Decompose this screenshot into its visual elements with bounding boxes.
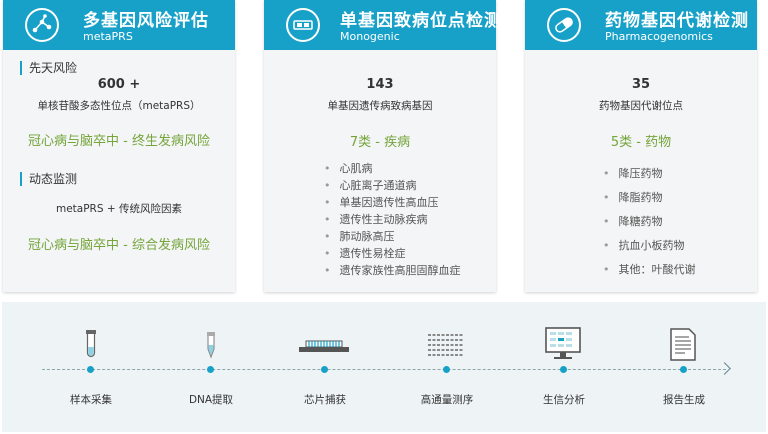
pill-capsule-icon xyxy=(547,8,581,42)
gene-count: 143 xyxy=(366,77,394,92)
composite-risk-highlight: 冠心病与脑卒中 - 综合发病风险 xyxy=(28,238,210,253)
timeline-dot xyxy=(443,366,450,373)
disease-category-highlight: 7类 - 疾病 xyxy=(349,135,411,150)
step-label-high-throughput-sequencing: 高通量测序 xyxy=(420,394,474,406)
card-subtitle: Monogenic xyxy=(340,30,400,43)
drug-site-count: 35 xyxy=(631,77,651,92)
network-nodes-icon xyxy=(25,8,59,42)
timeline-line xyxy=(42,369,726,370)
list-item: 单基因遗传性高血压 xyxy=(324,194,461,211)
polygenic-risk-card: 多基因风险评估 metaPRS 先天风险 600 + 单核苷酸多态性位点（met… xyxy=(3,0,235,292)
timeline-dot xyxy=(321,366,328,373)
step-label-dna-extraction: DNA提取 xyxy=(188,394,234,406)
card-title: 药物基因代谢检测 xyxy=(605,11,749,31)
monogenic-card: 单基因致病位点检测 Monogenic 143 单基因遗传病致病基因 7类 - … xyxy=(264,0,501,292)
list-item: 抗血小板药物 xyxy=(603,234,696,258)
list-item: 遗传家族性高胆固醇血症 xyxy=(324,262,461,279)
dna-tube-icon xyxy=(207,332,215,359)
list-item: 心脏离子通道病 xyxy=(324,177,461,194)
pharmacogenomics-card: 药物基因代谢检测 Pharmacogenomics 35 药物基因代谢位点 5类… xyxy=(525,0,757,292)
list-item: 心肌病 xyxy=(324,160,461,177)
timeline-dot xyxy=(87,366,94,373)
chip-icon xyxy=(299,340,349,352)
card-title: 单基因致病位点检测 xyxy=(340,11,502,31)
drug-site-description: 药物基因代谢位点 xyxy=(599,100,683,112)
list-item: 降压药物 xyxy=(603,162,696,186)
step-label-report-generation: 报告生成 xyxy=(663,394,705,406)
timeline-dot xyxy=(560,366,567,373)
timeline-arrow-icon xyxy=(718,362,731,375)
card-subtitle: Pharmacogenomics xyxy=(605,30,713,43)
drug-list: 降压药物 降脂药物 降糖药物 抗血小板药物 其他：叶酸代谢 xyxy=(603,162,696,282)
snp-description: 单核苷酸多态性位点（metaPRS） xyxy=(37,100,201,112)
gene-chip-icon xyxy=(286,8,320,42)
risk-factors-description: metaPRS + 传统风险因素 xyxy=(55,203,182,215)
card-header: 药物基因代谢检测 Pharmacogenomics xyxy=(525,0,757,50)
list-item: 降脂药物 xyxy=(603,186,696,210)
gene-description: 单基因遗传病致病基因 xyxy=(327,100,433,112)
card-header: 多基因风险评估 metaPRS xyxy=(3,0,235,50)
section-label-innate-risk: 先天风险 xyxy=(20,61,77,75)
test-tube-icon xyxy=(86,330,96,358)
drug-category-highlight: 5类 - 药物 xyxy=(610,135,672,150)
workflow-panel: 样本采集 DNA提取 芯片捕获 高通量测序 生信分析 报告生成 xyxy=(2,302,766,432)
disease-list: 心肌病 心脏离子通道病 单基因遗传性高血压 遗传性主动脉疾病 肺动脉高压 遗传性… xyxy=(324,160,461,279)
monitor-icon xyxy=(545,327,581,359)
step-label-chip-capture: 芯片捕获 xyxy=(304,394,346,406)
timeline-dot xyxy=(680,366,687,373)
step-label-sample-collection: 样本采集 xyxy=(70,394,112,406)
list-item: 降糖药物 xyxy=(603,210,696,234)
sequence-lines-icon xyxy=(428,334,464,356)
section-label-dynamic-monitoring: 动态监测 xyxy=(20,172,77,186)
snp-count: 600 + xyxy=(97,77,141,92)
card-header: 单基因致病位点检测 Monogenic xyxy=(264,0,501,50)
timeline-dot xyxy=(207,366,214,373)
list-item: 遗传性易栓症 xyxy=(324,245,461,262)
report-document-icon xyxy=(670,328,696,361)
card-title: 多基因风险评估 xyxy=(83,11,209,31)
step-label-bioinformatics-analysis: 生信分析 xyxy=(543,394,585,406)
card-subtitle: metaPRS xyxy=(83,30,133,43)
list-item: 遗传性主动脉疾病 xyxy=(324,211,461,228)
lifetime-risk-highlight: 冠心病与脑卒中 - 终生发病风险 xyxy=(28,134,210,149)
list-item: 其他：叶酸代谢 xyxy=(603,258,696,282)
list-item: 肺动脉高压 xyxy=(324,228,461,245)
